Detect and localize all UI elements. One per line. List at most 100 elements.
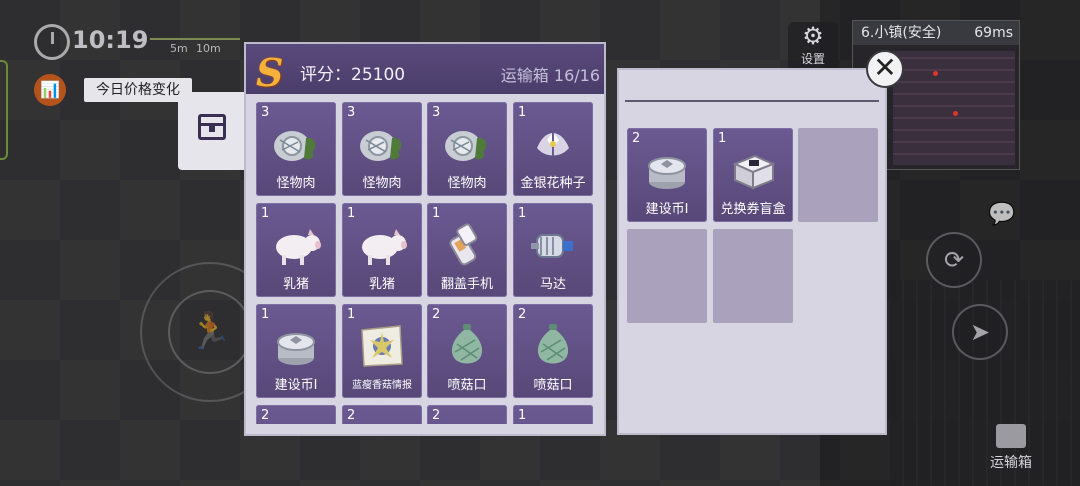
inventory-item-slot[interactable]: 2 bbox=[256, 405, 336, 424]
inventory-header: S 评分：25100 运输箱 16/16 bbox=[246, 44, 604, 95]
inventory-item-slot[interactable]: 1 马达 bbox=[513, 203, 593, 297]
item-name: 建设币I bbox=[274, 378, 318, 393]
inventory-item-slot[interactable]: 1 蓝瘦香菇情报 bbox=[342, 304, 422, 398]
flip-phone-icon bbox=[441, 219, 493, 271]
unknown-item-icon bbox=[441, 421, 493, 424]
map-marker bbox=[953, 111, 958, 116]
minimap-body bbox=[893, 51, 1015, 165]
spore-sac-icon bbox=[527, 320, 579, 372]
map-marker bbox=[933, 71, 938, 76]
inventory-item-slot[interactable]: 1 乳猪 bbox=[342, 203, 422, 297]
inventory-item-slot[interactable]: 1 金银花种子 bbox=[513, 102, 593, 196]
transport-box-button[interactable]: 运输箱 bbox=[984, 424, 1038, 472]
settings-label: 设置 bbox=[800, 52, 825, 66]
inventory-item-slot[interactable]: 2 喷菇口 bbox=[427, 304, 507, 398]
inventory-item-slot[interactable]: 1 bbox=[513, 405, 593, 424]
item-quantity: 3 bbox=[432, 105, 441, 120]
item-name: 金银花种子 bbox=[520, 176, 586, 191]
chest-icon bbox=[198, 114, 226, 140]
item-quantity: 1 bbox=[718, 131, 727, 146]
settings-button[interactable]: ⚙ 设置 bbox=[788, 22, 838, 72]
inventory-item-slot[interactable]: 1 建设币I bbox=[256, 304, 336, 398]
unknown-item-icon bbox=[356, 421, 408, 424]
inventory-grid: 3 怪物肉 3 怪物肉 3 怪物肉 1 金银花种子 1 乳猪 1 乳猪 1 翻盖手机 1 马达 1 建设币I 1 蓝瘦… bbox=[256, 102, 596, 424]
item-quantity: 3 bbox=[347, 105, 356, 120]
item-name: 蓝瘦香菇情报 bbox=[352, 380, 412, 391]
item-quantity: 1 bbox=[261, 307, 270, 322]
item-quantity: 1 bbox=[347, 307, 356, 322]
inventory-item-slot[interactable]: 2 bbox=[427, 405, 507, 424]
item-name: 建设币I bbox=[645, 202, 689, 217]
box-item-slot[interactable]: 1 兑换券盲盒 bbox=[713, 128, 793, 222]
item-quantity: 1 bbox=[347, 206, 356, 221]
inventory-item-slot[interactable]: 2 bbox=[342, 405, 422, 424]
divider bbox=[625, 100, 879, 102]
item-quantity: 2 bbox=[261, 408, 270, 423]
tab-transport-box[interactable] bbox=[178, 92, 248, 170]
item-quantity: 1 bbox=[518, 105, 527, 120]
item-quantity: 1 bbox=[432, 206, 441, 221]
motor-icon bbox=[527, 219, 579, 271]
item-quantity: 2 bbox=[347, 408, 356, 423]
chat-icon[interactable]: 💬 bbox=[988, 202, 1015, 227]
score-label: 评分：25100 bbox=[300, 65, 406, 85]
inventory-item-slot[interactable]: 3 怪物肉 bbox=[427, 102, 507, 196]
piglet-icon bbox=[356, 219, 408, 271]
range-bar bbox=[150, 38, 240, 40]
rank-badge: S bbox=[256, 50, 284, 95]
item-name: 怪物肉 bbox=[362, 176, 402, 191]
box-contents-panel: 2 建设币I 1 兑换券盲盒 bbox=[617, 68, 887, 435]
item-quantity: 2 bbox=[432, 408, 441, 423]
item-name: 翻盖手机 bbox=[440, 277, 493, 292]
item-quantity: 1 bbox=[261, 206, 270, 221]
close-button[interactable]: ✕ bbox=[866, 50, 904, 88]
piglet-icon bbox=[270, 219, 322, 271]
range-indicator: 5m 10m bbox=[150, 30, 240, 56]
honeysuckle-seed-icon bbox=[527, 118, 579, 170]
left-drawer-handle[interactable] bbox=[0, 60, 8, 160]
clock-icon bbox=[34, 24, 70, 60]
item-quantity: 2 bbox=[632, 131, 641, 146]
sprint-button[interactable]: ➤ bbox=[952, 304, 1008, 360]
item-name: 喷菇口 bbox=[533, 378, 573, 393]
empty-box-slot[interactable] bbox=[798, 128, 878, 222]
item-quantity: 2 bbox=[518, 307, 527, 322]
empty-box-slot[interactable] bbox=[627, 229, 707, 323]
price-chart-icon[interactable]: 📊 bbox=[34, 74, 66, 106]
run-icon[interactable]: 🏃 bbox=[168, 290, 252, 374]
voucher-box-icon bbox=[727, 144, 779, 196]
inventory-panel: S 评分：25100 运输箱 16/16 3 怪物肉 3 怪物肉 3 怪物肉 1 金银花种子 1… bbox=[244, 42, 606, 436]
box-item-slot[interactable]: 2 建设币I bbox=[627, 128, 707, 222]
range-far-label: 10m bbox=[196, 42, 221, 55]
unknown-item-icon bbox=[527, 421, 579, 424]
game-time: 10:19 bbox=[72, 26, 149, 54]
item-quantity: 3 bbox=[261, 105, 270, 120]
box-capacity: 运输箱 16/16 bbox=[500, 66, 600, 85]
spore-sac-icon bbox=[441, 320, 493, 372]
location-name: 6.小镇(安全) bbox=[861, 25, 942, 41]
item-name: 兑换券盲盒 bbox=[720, 202, 786, 217]
gear-icon: ⚙ bbox=[802, 22, 824, 50]
swap-button[interactable]: ⟳ bbox=[926, 232, 982, 288]
inventory-item-slot[interactable]: 2 喷菇口 bbox=[513, 304, 593, 398]
monster-meat-icon bbox=[441, 118, 493, 170]
inventory-item-slot[interactable]: 3 怪物肉 bbox=[256, 102, 336, 196]
empty-box-slot[interactable] bbox=[713, 229, 793, 323]
item-name: 乳猪 bbox=[368, 277, 395, 292]
price-change-button[interactable]: 今日价格变化 bbox=[84, 78, 192, 102]
monster-meat-icon bbox=[356, 118, 408, 170]
crate-icon bbox=[996, 424, 1026, 448]
intel-map-icon bbox=[356, 320, 408, 372]
transport-box-label: 运输箱 bbox=[990, 455, 1032, 471]
item-name: 怪物肉 bbox=[447, 176, 487, 191]
item-name: 马达 bbox=[539, 277, 566, 292]
inventory-item-slot[interactable]: 1 乳猪 bbox=[256, 203, 336, 297]
unknown-item-icon bbox=[270, 421, 322, 424]
item-name: 乳猪 bbox=[282, 277, 309, 292]
item-quantity: 1 bbox=[518, 206, 527, 221]
range-near-label: 5m bbox=[170, 42, 188, 55]
ping-value: 69ms bbox=[974, 25, 1013, 41]
inventory-item-slot[interactable]: 1 翻盖手机 bbox=[427, 203, 507, 297]
item-name: 怪物肉 bbox=[276, 176, 316, 191]
inventory-item-slot[interactable]: 3 怪物肉 bbox=[342, 102, 422, 196]
